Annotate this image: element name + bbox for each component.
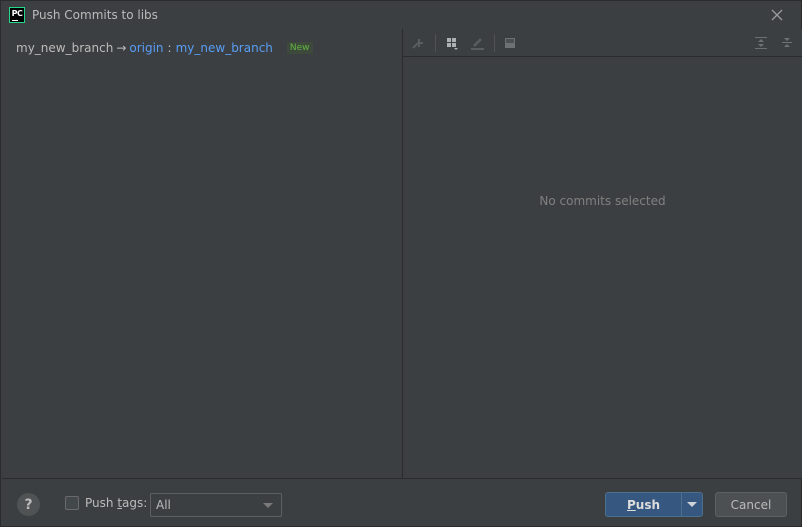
- dialog-footer: ? Push tags: All Push Cancel: [1, 479, 801, 527]
- edit-button[interactable]: [469, 35, 485, 51]
- edit-icon: [471, 38, 484, 50]
- push-split-button: Push: [605, 492, 703, 517]
- empty-state-text: No commits selected: [539, 194, 666, 208]
- commit-details-panel: No commits selected: [403, 29, 802, 478]
- expand-all-icon: [755, 37, 767, 49]
- arrow-right-icon: →: [116, 41, 127, 55]
- title-bar: PC Push Commits to libs: [1, 1, 801, 29]
- diff-icon: [505, 38, 515, 48]
- remote-separator: :: [167, 41, 172, 55]
- remote-branch-link[interactable]: my_new_branch: [176, 41, 273, 55]
- branch-push-row[interactable]: my_new_branch → origin : my_new_branch N…: [16, 41, 313, 55]
- local-branch-name: my_new_branch: [16, 41, 114, 55]
- push-tags-label[interactable]: Push tags:: [85, 496, 147, 510]
- details-toolbar: [403, 29, 802, 57]
- push-tags-checkbox[interactable]: [65, 496, 79, 510]
- help-button[interactable]: ?: [17, 493, 40, 516]
- new-branch-badge: New: [286, 42, 313, 54]
- expand-all-button[interactable]: [753, 35, 769, 51]
- toolbar-separator: [435, 34, 436, 52]
- push-commits-dialog: PC Push Commits to libs my_new_branch → …: [0, 0, 802, 527]
- group-by-button[interactable]: [444, 35, 460, 51]
- collapse-all-icon: [782, 38, 792, 47]
- cherry-pick-icon: [412, 39, 423, 49]
- close-icon: [771, 9, 783, 21]
- cherry-pick-button[interactable]: [410, 35, 426, 51]
- remote-name-link[interactable]: origin: [129, 41, 163, 55]
- dialog-title: Push Commits to libs: [32, 8, 158, 22]
- help-icon: ?: [24, 496, 33, 513]
- branch-tree-panel: my_new_branch → origin : my_new_branch N…: [2, 29, 403, 478]
- push-tags-select[interactable]: All: [150, 493, 282, 517]
- chevron-down-icon: [687, 502, 697, 507]
- close-button[interactable]: [770, 8, 784, 22]
- toolbar-separator: [494, 34, 495, 52]
- chevron-down-icon: [263, 503, 273, 508]
- push-tags-select-value: All: [156, 498, 171, 512]
- collapse-all-button[interactable]: [779, 35, 795, 51]
- push-options-dropdown[interactable]: [682, 493, 702, 516]
- push-button[interactable]: Push: [606, 493, 681, 516]
- group-by-icon: [447, 38, 458, 50]
- pycharm-app-icon: PC: [9, 7, 25, 23]
- cancel-button[interactable]: Cancel: [715, 492, 787, 517]
- diff-button[interactable]: [502, 35, 518, 51]
